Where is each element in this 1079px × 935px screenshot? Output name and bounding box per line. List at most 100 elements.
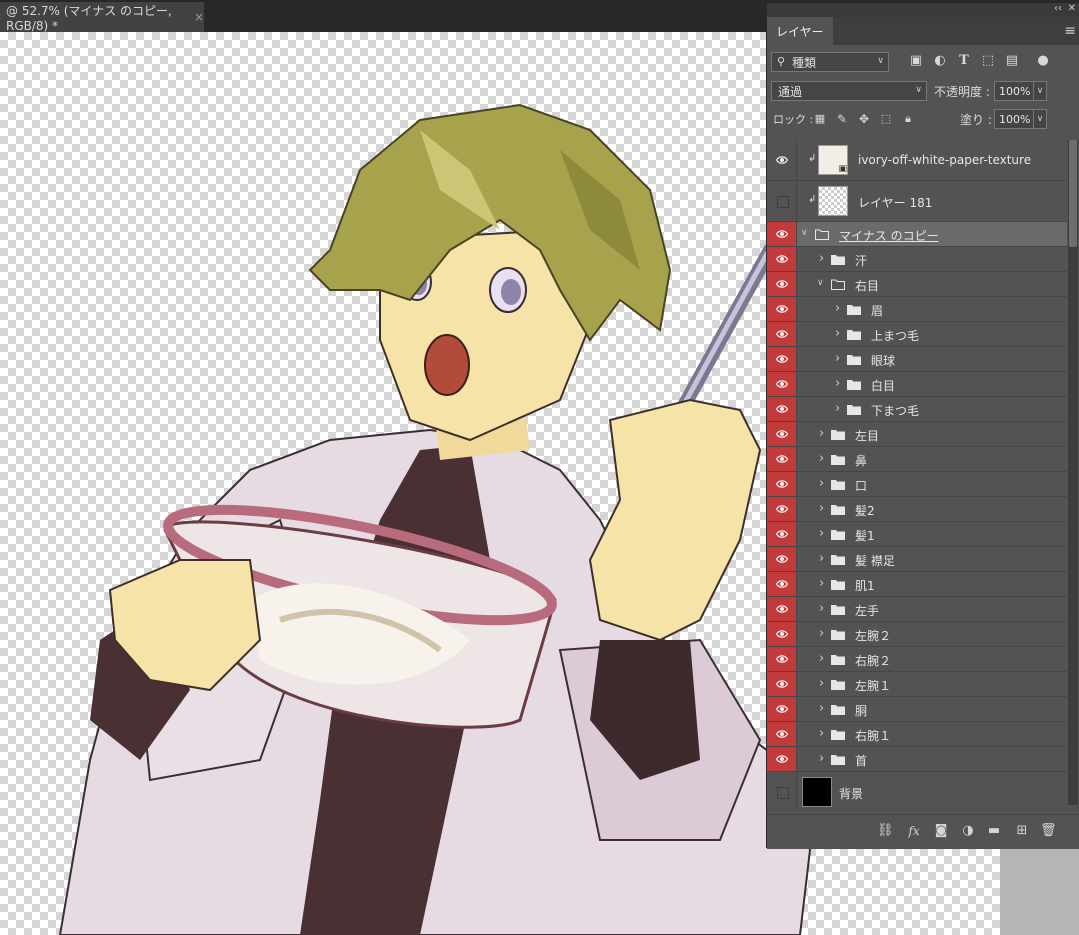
filter-toggle-icon[interactable]: ● bbox=[1035, 53, 1051, 69]
chevron-right-icon[interactable]: › bbox=[819, 651, 824, 666]
layer-list-scrollbar[interactable] bbox=[1068, 140, 1078, 805]
layer-visibility-toggle[interactable] bbox=[767, 322, 797, 346]
fill-input[interactable]: 100% bbox=[994, 109, 1034, 129]
delete-layer-icon[interactable]: 🗑︎ bbox=[1040, 823, 1057, 839]
layer-visibility-toggle[interactable] bbox=[767, 140, 797, 180]
layer-visibility-toggle[interactable] bbox=[767, 247, 797, 271]
chevron-right-icon[interactable]: › bbox=[819, 576, 824, 591]
layer-visibility-toggle[interactable] bbox=[767, 497, 797, 521]
collapse-panel-icon[interactable]: ‹‹ bbox=[1054, 3, 1062, 15]
layer-visibility-toggle[interactable] bbox=[767, 547, 797, 571]
layer-visibility-toggle[interactable] bbox=[767, 772, 797, 810]
layer-visibility-toggle[interactable] bbox=[767, 572, 797, 596]
new-layer-icon[interactable]: ⊞ bbox=[1014, 823, 1030, 839]
layer-row[interactable]: › 下まつ毛 bbox=[767, 397, 1067, 422]
layer-visibility-toggle[interactable] bbox=[767, 347, 797, 371]
chevron-right-icon[interactable]: › bbox=[819, 676, 824, 691]
layer-visibility-toggle[interactable] bbox=[767, 272, 797, 296]
fill-dropdown-icon[interactable]: ∨ bbox=[1033, 109, 1047, 129]
chevron-right-icon[interactable]: › bbox=[819, 251, 824, 266]
layer-visibility-toggle[interactable] bbox=[767, 672, 797, 696]
layer-row[interactable]: › 眉 bbox=[767, 297, 1067, 322]
scrollbar-thumb[interactable] bbox=[1069, 140, 1077, 247]
layer-row[interactable]: › 眼球 bbox=[767, 347, 1067, 372]
chevron-right-icon[interactable]: › bbox=[835, 326, 840, 341]
layer-visibility-toggle[interactable] bbox=[767, 397, 797, 421]
layer-visibility-toggle[interactable] bbox=[767, 697, 797, 721]
panel-menu-icon[interactable]: ≡ bbox=[1064, 23, 1076, 39]
layer-row[interactable]: › 右腕２ bbox=[767, 647, 1067, 672]
layer-row[interactable]: 背景 bbox=[767, 772, 1067, 810]
layer-row[interactable]: › 左目 bbox=[767, 422, 1067, 447]
lock-all-icon[interactable]: 🔒︎ bbox=[900, 111, 916, 127]
chevron-right-icon[interactable]: › bbox=[819, 626, 824, 641]
chevron-right-icon[interactable]: › bbox=[819, 751, 824, 766]
chevron-right-icon[interactable]: › bbox=[819, 451, 824, 466]
layer-row[interactable]: ∨ マイナス のコピー bbox=[767, 222, 1067, 247]
chevron-right-icon[interactable]: › bbox=[819, 726, 824, 741]
layer-row[interactable]: › 左手 bbox=[767, 597, 1067, 622]
fx-icon[interactable]: fx bbox=[906, 823, 922, 839]
chevron-right-icon[interactable]: › bbox=[835, 351, 840, 366]
layer-visibility-toggle[interactable] bbox=[767, 422, 797, 446]
lock-position-icon[interactable]: ✥ bbox=[856, 111, 872, 127]
layer-row[interactable]: › 口 bbox=[767, 472, 1067, 497]
chevron-down-icon[interactable]: ∨ bbox=[801, 228, 808, 238]
close-panel-icon[interactable]: ✕ bbox=[1068, 3, 1076, 15]
shape-filter-icon[interactable]: ⬚ bbox=[980, 53, 996, 69]
chevron-down-icon[interactable]: ∨ bbox=[817, 278, 824, 288]
layer-visibility-toggle[interactable] bbox=[767, 597, 797, 621]
chevron-right-icon[interactable]: › bbox=[819, 701, 824, 716]
layer-visibility-toggle[interactable] bbox=[767, 522, 797, 546]
layer-visibility-toggle[interactable] bbox=[767, 372, 797, 396]
layer-visibility-toggle[interactable] bbox=[767, 222, 797, 246]
layer-visibility-toggle[interactable] bbox=[767, 181, 797, 221]
layer-row[interactable]: › 髪2 bbox=[767, 497, 1067, 522]
tab-layers[interactable]: レイヤー bbox=[767, 17, 833, 45]
opacity-input[interactable]: 100% bbox=[994, 81, 1034, 101]
chevron-right-icon[interactable]: › bbox=[835, 301, 840, 316]
layer-visibility-toggle[interactable] bbox=[767, 447, 797, 471]
layer-row[interactable]: ∨ 右目 bbox=[767, 272, 1067, 297]
chevron-right-icon[interactable]: › bbox=[835, 376, 840, 391]
type-filter-icon[interactable]: T bbox=[956, 53, 972, 69]
close-tab-icon[interactable]: × bbox=[194, 10, 204, 24]
chevron-right-icon[interactable]: › bbox=[819, 426, 824, 441]
chevron-right-icon[interactable]: › bbox=[835, 401, 840, 416]
chevron-right-icon[interactable]: › bbox=[819, 551, 824, 566]
layer-row[interactable]: ↲ レイヤー 181 bbox=[767, 181, 1067, 222]
filter-kind-select[interactable]: ⚲ 種類 ∨ bbox=[771, 52, 889, 72]
chevron-right-icon[interactable]: › bbox=[819, 501, 824, 516]
layer-row[interactable]: › 上まつ毛 bbox=[767, 322, 1067, 347]
add-mask-icon[interactable]: ◙ bbox=[933, 823, 949, 839]
layer-visibility-toggle[interactable] bbox=[767, 297, 797, 321]
smart-object-filter-icon[interactable]: ▤ bbox=[1004, 53, 1020, 69]
blend-mode-select[interactable]: 通過 ∨ bbox=[771, 81, 927, 101]
opacity-dropdown-icon[interactable]: ∨ bbox=[1033, 81, 1047, 101]
layer-visibility-toggle[interactable] bbox=[767, 722, 797, 746]
layer-row[interactable]: › 右腕１ bbox=[767, 722, 1067, 747]
layer-row[interactable]: › 髪 襟足 bbox=[767, 547, 1067, 572]
lock-pixels-brush-icon[interactable]: ✎ bbox=[834, 111, 850, 127]
adjustment-layer-icon[interactable]: ◑ bbox=[960, 823, 976, 839]
lock-artboard-icon[interactable]: ⬚ bbox=[878, 111, 894, 127]
document-tab[interactable]: @ 52.7% (マイナス のコピー, RGB/8) * × bbox=[0, 2, 204, 33]
layer-row[interactable]: › 首 bbox=[767, 747, 1067, 772]
adjustment-filter-icon[interactable]: ◐ bbox=[932, 53, 948, 69]
layer-row[interactable]: › 髪1 bbox=[767, 522, 1067, 547]
chevron-right-icon[interactable]: › bbox=[819, 601, 824, 616]
chevron-right-icon[interactable]: › bbox=[819, 526, 824, 541]
layer-row[interactable]: ↲ ▣ ivory-off-white-paper-texture bbox=[767, 140, 1067, 181]
link-layers-icon[interactable]: ⛓ bbox=[877, 823, 894, 839]
layer-visibility-toggle[interactable] bbox=[767, 747, 797, 771]
image-filter-icon[interactable]: ▣ bbox=[908, 53, 924, 69]
layer-row[interactable]: › 左腕１ bbox=[767, 672, 1067, 697]
layer-row[interactable]: › 胴 bbox=[767, 697, 1067, 722]
layer-row[interactable]: › 肌1 bbox=[767, 572, 1067, 597]
new-group-icon[interactable]: ▬ bbox=[986, 823, 1002, 839]
layer-row[interactable]: › 左腕２ bbox=[767, 622, 1067, 647]
layer-visibility-toggle[interactable] bbox=[767, 622, 797, 646]
lock-transparency-icon[interactable]: ▦ bbox=[812, 111, 828, 127]
layer-row[interactable]: › 汗 bbox=[767, 247, 1067, 272]
chevron-right-icon[interactable]: › bbox=[819, 476, 824, 491]
